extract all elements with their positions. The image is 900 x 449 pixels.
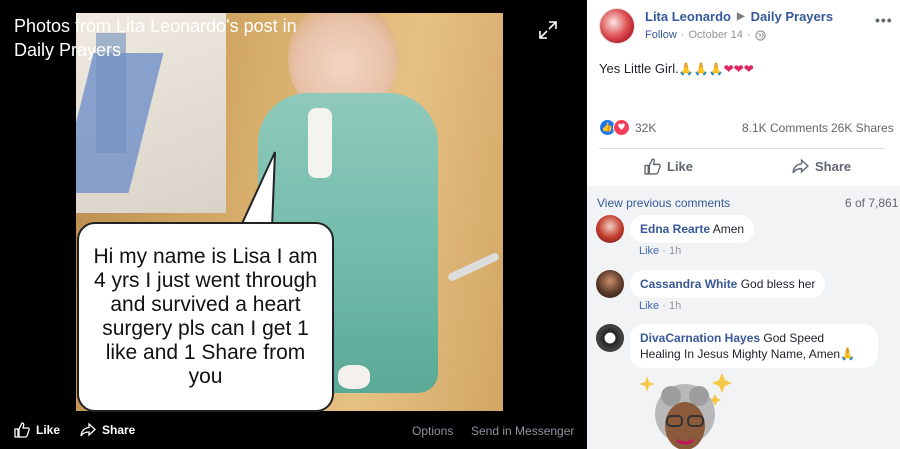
share-button[interactable]: Share bbox=[792, 158, 851, 175]
photo-viewer: Hi my name is Lisa I am 4 yrs I just wen… bbox=[0, 0, 587, 449]
meta-separator: · bbox=[680, 29, 685, 41]
praying-hands-emoji: 🙏 bbox=[678, 62, 694, 76]
viewer-share-button[interactable]: Share bbox=[80, 422, 135, 438]
reactions-summary: 👍 ♥ 32K 8.1K Comments 26K Shares bbox=[599, 119, 899, 137]
post-text-body: Yes Little Girl. bbox=[599, 61, 679, 76]
comment-meta: Like · 1h bbox=[639, 300, 681, 312]
sparkle-icon bbox=[712, 374, 732, 393]
photo-cable bbox=[446, 251, 501, 283]
viewer-like-label: Like bbox=[36, 423, 61, 437]
thumbs-up-icon bbox=[644, 158, 661, 175]
heart-emoji: ❤ bbox=[733, 62, 744, 76]
comment-bubble: Cassandra White God bless her bbox=[630, 270, 826, 298]
share-label: Share bbox=[815, 159, 852, 174]
meta-separator: · bbox=[746, 29, 751, 41]
caret-right-icon: ▶ bbox=[736, 11, 745, 22]
thumbs-up-icon bbox=[14, 422, 30, 438]
viewer-options-link[interactable]: Options bbox=[412, 424, 453, 438]
comments-page-count: 6 of 7,861 bbox=[845, 196, 899, 210]
commenter-name[interactable]: Edna Rearte bbox=[640, 222, 710, 236]
comment-like-link[interactable]: Like bbox=[639, 245, 659, 257]
photo-viewer-title: Photos from Lita Leonardo's post in Dail… bbox=[14, 16, 297, 60]
share-arrow-icon bbox=[792, 158, 809, 174]
comment-time[interactable]: 1h bbox=[669, 245, 681, 257]
post-actions: Like Share bbox=[599, 149, 885, 182]
author-name[interactable]: Lita Leonardo bbox=[645, 9, 731, 24]
send-in-messenger-link[interactable]: Send in Messenger bbox=[471, 424, 574, 438]
viewer-like-button[interactable]: Like bbox=[14, 422, 60, 438]
commenter-avatar[interactable] bbox=[596, 215, 624, 243]
photo-shoe bbox=[338, 365, 370, 389]
post-text: Yes Little Girl.🙏🙏🙏❤❤❤ bbox=[599, 61, 754, 76]
love-reaction-icon: ♥ bbox=[613, 119, 630, 136]
comment-bubble: Edna Rearte Amen bbox=[630, 215, 755, 243]
commenter-avatar[interactable] bbox=[596, 270, 624, 298]
commenter-name[interactable]: DivaCarnation Hayes bbox=[640, 331, 760, 345]
post-meta: Follow · October 14 · bbox=[645, 29, 766, 41]
expand-icon[interactable] bbox=[538, 20, 558, 40]
meta-separator: · bbox=[662, 300, 666, 312]
shares-count[interactable]: 26K Shares bbox=[831, 121, 894, 135]
globe-icon bbox=[754, 29, 766, 41]
reaction-icons[interactable]: 👍 ♥ bbox=[599, 119, 630, 136]
comment-time[interactable]: 1h bbox=[669, 300, 681, 312]
heart-emoji: ❤ bbox=[743, 62, 754, 76]
commenter-name[interactable]: Cassandra White bbox=[640, 277, 737, 291]
group-name[interactable]: Daily Prayers bbox=[751, 9, 833, 24]
author-avatar[interactable] bbox=[599, 8, 635, 44]
heart-emoji: ❤ bbox=[723, 62, 734, 76]
meta-separator: · bbox=[662, 245, 666, 257]
comment-text: Amen bbox=[712, 222, 745, 236]
comment-bubble: DivaCarnation Hayes God Speed Healing In… bbox=[630, 324, 878, 368]
post-date[interactable]: October 14 bbox=[688, 29, 742, 41]
more-options-icon[interactable]: ••• bbox=[875, 12, 893, 28]
comment-like-link[interactable]: Like bbox=[639, 300, 659, 312]
comments-count[interactable]: 8.1K Comments bbox=[742, 121, 828, 135]
speech-bubble-tail bbox=[238, 151, 278, 230]
photo-viewer-toolbar: Like Share Options Send in Messenger bbox=[0, 412, 587, 449]
post-header: Lita Leonardo ▶ Daily Prayers bbox=[645, 9, 833, 24]
praying-hands-emoji: 🙏 bbox=[693, 62, 709, 76]
viewer-share-label: Share bbox=[102, 423, 136, 437]
like-label: Like bbox=[667, 159, 694, 174]
speech-bubble-text: Hi my name is Lisa I am 4 yrs I just wen… bbox=[93, 245, 318, 388]
commenter-avatar[interactable] bbox=[596, 324, 624, 352]
reactions-count[interactable]: 32K bbox=[635, 121, 656, 135]
comment-text: God bless her bbox=[740, 277, 816, 291]
praying-hands-emoji: 🙏 bbox=[708, 62, 724, 76]
avatar-sticker bbox=[639, 374, 732, 449]
view-previous-comments-link[interactable]: View previous comments bbox=[597, 196, 730, 210]
follow-link[interactable]: Follow bbox=[645, 29, 677, 41]
share-arrow-icon bbox=[80, 422, 96, 437]
comment-meta: Like · 1h bbox=[639, 245, 681, 257]
like-button[interactable]: Like bbox=[644, 158, 693, 175]
speech-bubble: Hi my name is Lisa I am 4 yrs I just wen… bbox=[77, 222, 334, 412]
photo-bandage bbox=[308, 108, 332, 178]
comments-section: View previous comments 6 of 7,861 Edna R… bbox=[587, 186, 900, 449]
post-panel: Lita Leonardo ▶ Daily Prayers Follow · O… bbox=[587, 0, 900, 449]
sparkle-icon bbox=[639, 376, 655, 392]
